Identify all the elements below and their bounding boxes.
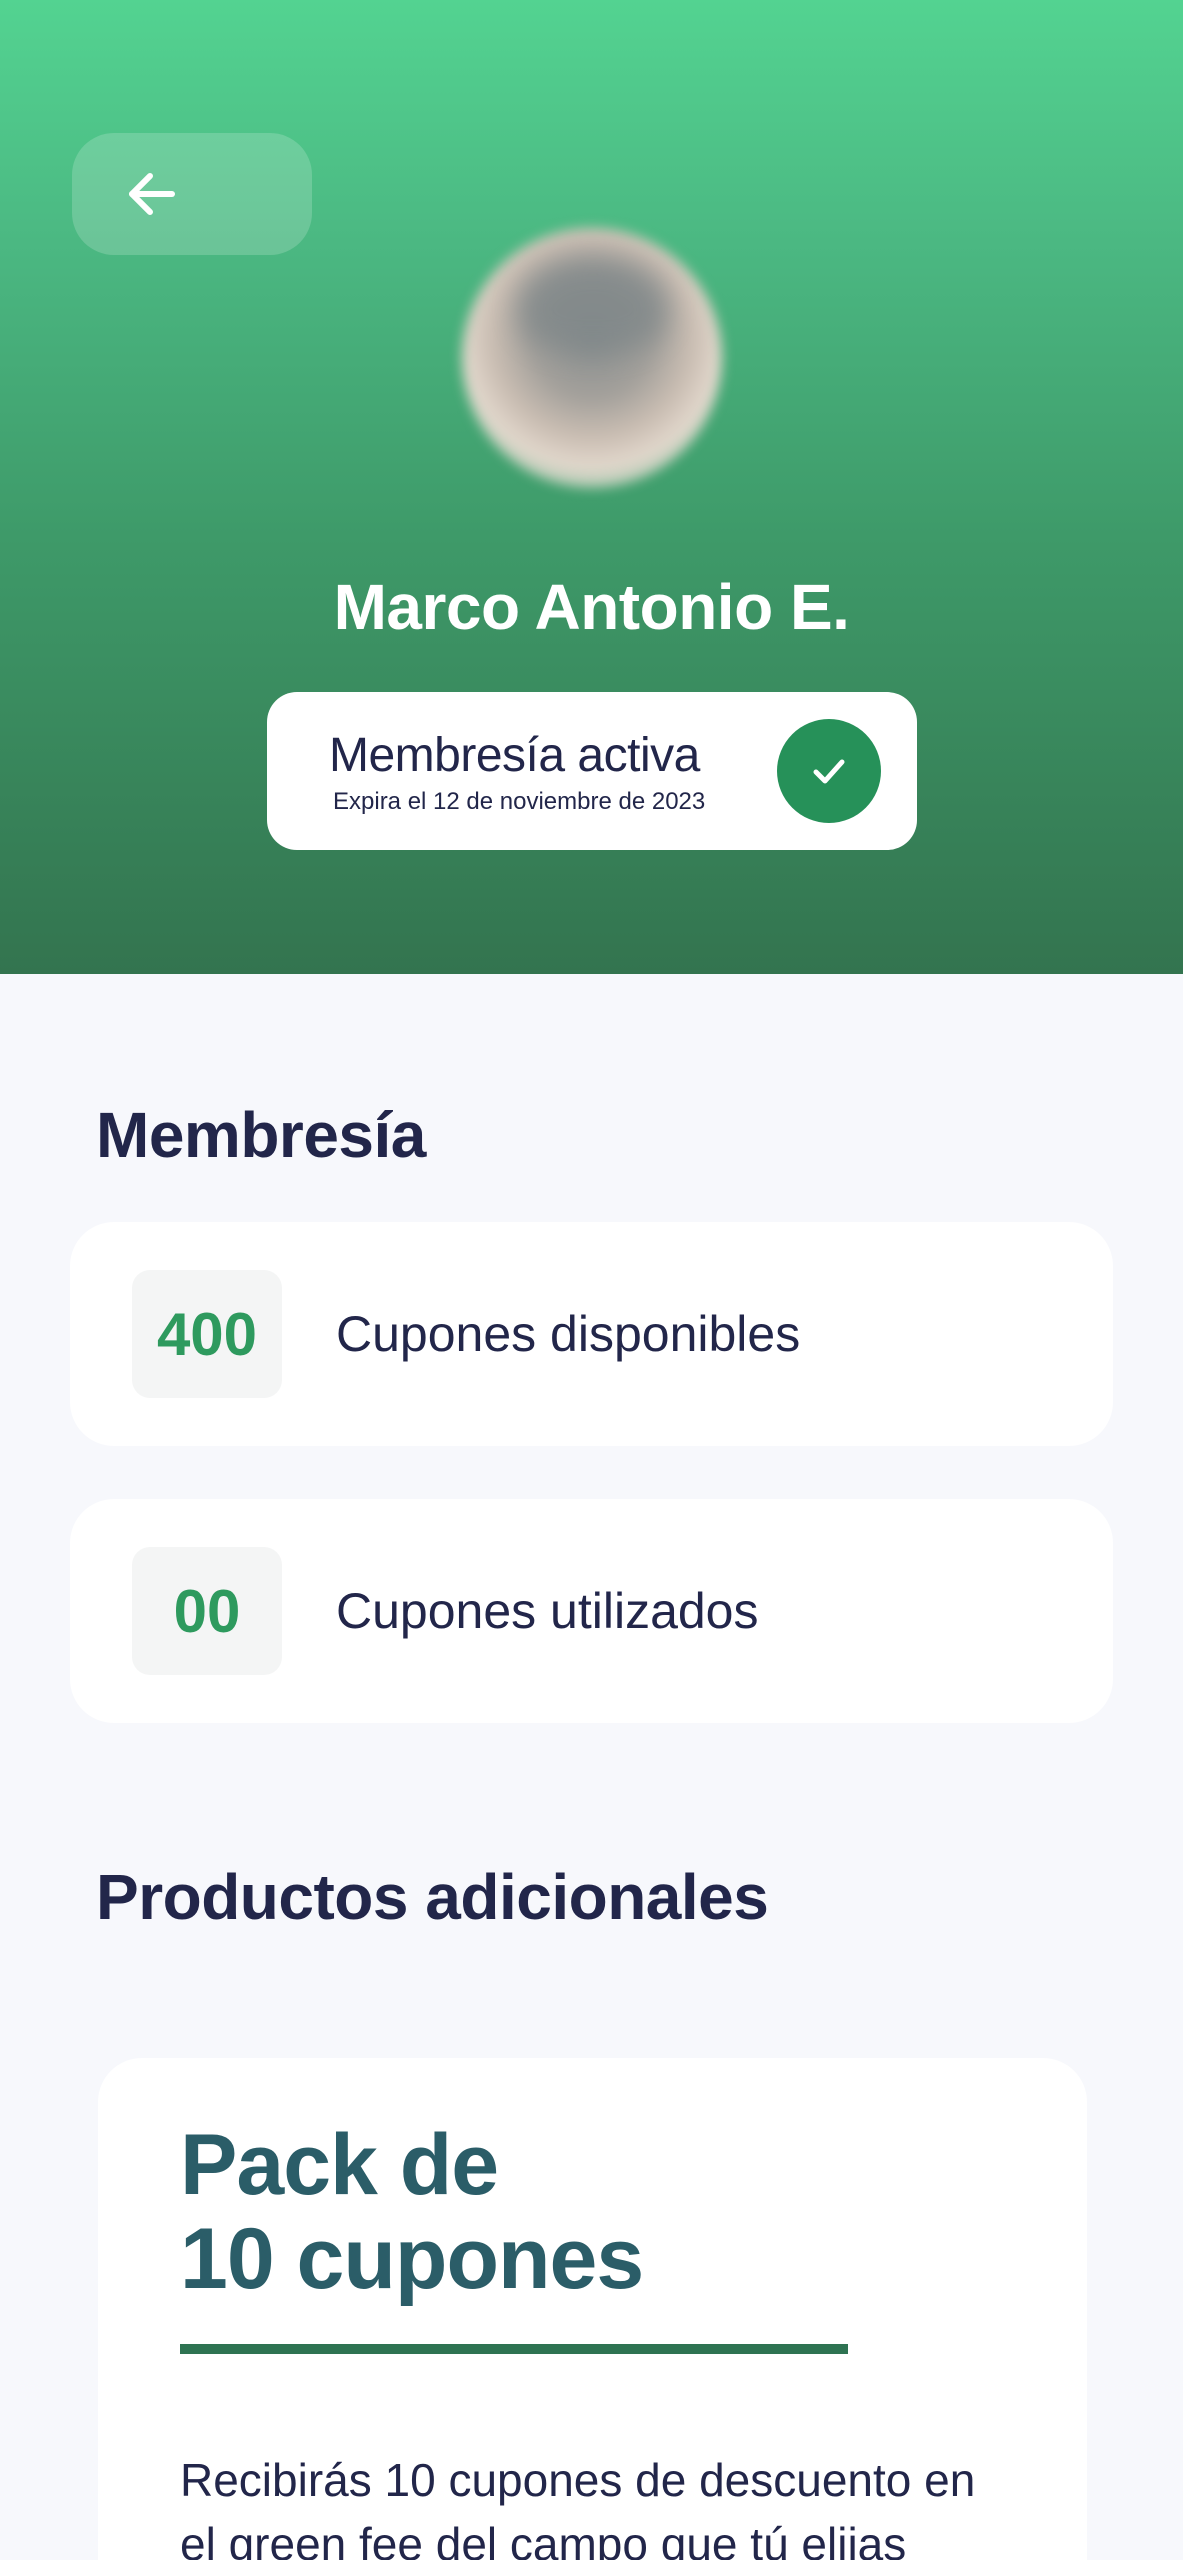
available-coupons-label: Cupones disponibles xyxy=(336,1306,801,1362)
used-coupons-card: 00 Cupones utilizados xyxy=(70,1499,1113,1723)
product-divider xyxy=(180,2344,848,2354)
product-title-line-1: Pack de xyxy=(180,2117,499,2213)
available-coupons-card: 400 Cupones disponibles xyxy=(70,1222,1113,1446)
membership-status-card: Membresía activa Expira el 12 de noviemb… xyxy=(267,692,917,850)
available-coupons-count: 400 xyxy=(132,1270,282,1398)
back-button[interactable] xyxy=(72,133,312,255)
checkmark-icon xyxy=(809,751,849,791)
status-badge xyxy=(777,719,881,823)
arrow-left-icon xyxy=(124,166,180,222)
product-title: Pack de 10 cupones xyxy=(180,2117,644,2307)
profile-header: Marco Antonio E. Membresía activa Expira… xyxy=(0,0,1183,974)
membership-section-title: Membresía xyxy=(96,1099,426,1171)
membership-expiry-date: Expira el 12 de noviembre de 2023 xyxy=(333,788,706,815)
product-title-line-2: 10 cupones xyxy=(180,2211,644,2307)
membership-screen: Marco Antonio E. Membresía activa Expira… xyxy=(0,0,1183,2560)
membership-status-title: Membresía activa xyxy=(329,729,700,782)
avatar-hair xyxy=(518,258,668,353)
used-coupons-label: Cupones utilizados xyxy=(336,1583,759,1639)
user-name: Marco Antonio E. xyxy=(333,571,850,643)
product-card[interactable]: Pack de 10 cupones Recibirás 10 cupones … xyxy=(98,2058,1087,2560)
used-coupons-count: 00 xyxy=(132,1547,282,1675)
products-section-title: Productos adicionales xyxy=(96,1861,769,1933)
product-description: Recibirás 10 cupones de descuento en el … xyxy=(180,2454,976,2560)
